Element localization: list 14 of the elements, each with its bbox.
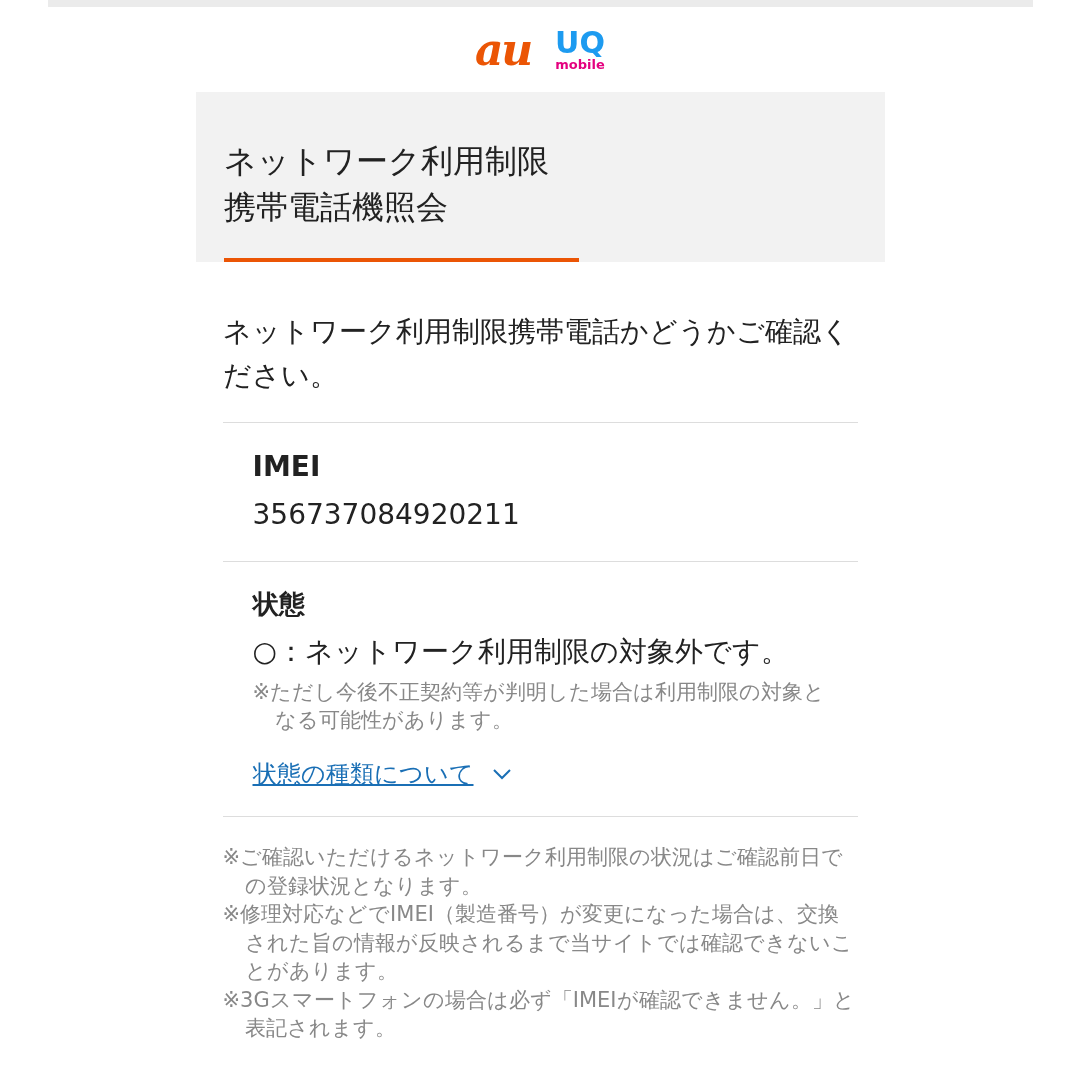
page-title: 携帯電話機照会	[223, 187, 449, 228]
status-note: ※ただし今後不正契約等が判明した場合は利用制限の対象となる可能性があります。	[252, 679, 827, 734]
page-title: ネットワーク利用制限	[223, 141, 550, 182]
intro-text: ネットワーク利用制限携帯電話かどうかご確認ください。	[222, 310, 858, 423]
imei-value: 356737084920211	[252, 497, 521, 533]
au-logo: au	[475, 27, 532, 72]
uq-mobile-logo: UQ mobile	[555, 28, 605, 71]
footnote: ※3Gスマートフォンの場合は必ず「IMEIが確認できません。」と表記されます。	[222, 986, 856, 1042]
footnote: ※ご確認いただけるネットワーク利用制限の状況はご確認前日での登録状況となります。	[222, 844, 845, 900]
status-value: ○：ネットワーク利用制限の対象外です。	[252, 634, 789, 670]
chevron-icon	[491, 768, 512, 780]
footnote: ※修理対応などでIMEI（製造番号）が変更になった場合は、交換された旨の情報が反映されるまで当サイトでは確認できないことがあります。	[222, 901, 854, 985]
imei-label: IMEI	[252, 449, 322, 485]
status-label: 状態	[252, 588, 305, 621]
